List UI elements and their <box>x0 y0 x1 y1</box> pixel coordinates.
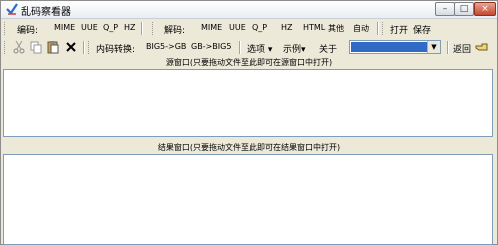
encode-mime-button[interactable]: MIME <box>54 23 75 32</box>
decode-mime-button[interactable]: MIME <box>201 23 222 32</box>
encode-label: 编码: <box>17 26 39 36</box>
options-menu[interactable]: 选项 ▾ <box>247 42 272 55</box>
chevron-down-icon: ▾ <box>301 45 306 55</box>
about-button[interactable]: 关于 <box>319 42 337 55</box>
decode-label: 解码: <box>164 26 186 36</box>
app-window: 乱码察看器 – □ × 编码: MIME UUE Q_P HZ 解码: MIME… <box>0 0 498 245</box>
separator <box>239 41 241 54</box>
source-textarea[interactable] <box>3 69 493 137</box>
maximize-button[interactable]: □ <box>454 2 474 16</box>
chevron-down-icon: ▾ <box>267 45 273 55</box>
save-button[interactable]: 保存 <box>413 23 431 36</box>
app-icon <box>6 3 18 15</box>
tools-toolbar: 内码转换: BIG5->GB GB->BIG5 选项 ▾ 示例▾ 关于 ▼ 返回 <box>1 38 497 58</box>
encode-decode-toolbar: 编码: MIME UUE Q_P HZ 解码: MIME UUE Q_P HZ … <box>1 19 497 39</box>
separator <box>141 22 143 35</box>
encode-qp-button[interactable]: Q_P <box>103 23 118 32</box>
options-label: 选项 <box>247 45 266 55</box>
examples-label: 示例 <box>283 45 302 55</box>
window-title: 乱码察看器 <box>21 7 71 18</box>
pane-splitter[interactable] <box>1 137 497 141</box>
toolbar-grip[interactable] <box>382 22 385 35</box>
chevron-down-icon[interactable]: ▼ <box>427 41 440 53</box>
back-button[interactable]: 返回 <box>453 42 471 55</box>
delete-icon[interactable] <box>64 40 78 54</box>
separator <box>447 41 449 54</box>
decode-qp-button[interactable]: Q_P <box>252 23 267 32</box>
encode-uue-button[interactable]: UUE <box>81 23 98 32</box>
big5-to-gb-button[interactable]: BIG5->GB <box>146 42 186 51</box>
toolbar-grip[interactable] <box>4 22 7 35</box>
copy-icon[interactable] <box>29 40 43 54</box>
examples-menu[interactable]: 示例▾ <box>283 42 306 55</box>
separator <box>83 41 85 54</box>
cut-icon[interactable] <box>12 40 26 54</box>
toolbar-grip[interactable] <box>4 41 7 54</box>
open-button[interactable]: 打开 <box>390 23 408 36</box>
result-pane-header: 结果窗口(只要拖动文件至此即可在结果窗口中打开) <box>1 142 497 154</box>
minimize-button[interactable]: – <box>435 2 455 16</box>
separator <box>377 22 379 35</box>
toolbar-grip[interactable] <box>88 41 91 54</box>
toolbar-grip[interactable] <box>152 22 155 35</box>
decode-hz-button[interactable]: HZ <box>281 23 293 32</box>
decode-html-button[interactable]: HTML <box>303 23 325 32</box>
paste-icon[interactable] <box>46 40 60 54</box>
encoding-select[interactable]: ▼ <box>349 40 441 54</box>
title-bar[interactable]: 乱码察看器 – □ × <box>1 1 497 19</box>
decode-other-button[interactable]: 其他 <box>328 23 344 34</box>
convert-label: 内码转换: <box>96 45 136 55</box>
combo-selected-value <box>351 42 427 52</box>
encode-hz-button[interactable]: HZ <box>124 23 136 32</box>
result-textarea[interactable] <box>3 154 493 245</box>
source-pane-header: 源窗口(只要拖动文件至此即可在源窗口中打开) <box>1 57 497 69</box>
pointing-hand-icon[interactable] <box>475 40 489 54</box>
close-button[interactable]: × <box>474 2 496 16</box>
decode-auto-button[interactable]: 自动 <box>353 23 369 34</box>
decode-uue-button[interactable]: UUE <box>229 23 246 32</box>
gb-to-big5-button[interactable]: GB->BIG5 <box>191 42 231 51</box>
